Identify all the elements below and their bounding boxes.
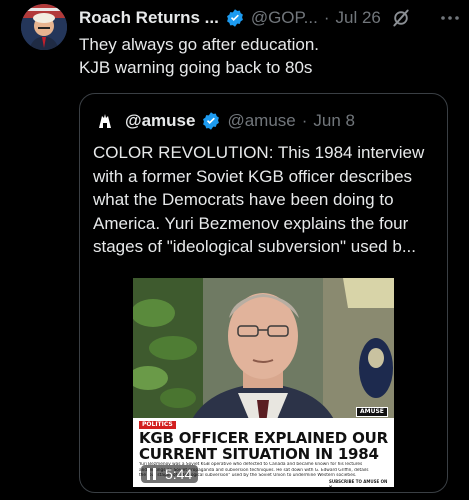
video-headline-line: CURRENT SITUATION IN 1984 — [139, 446, 379, 462]
verified-badge-icon — [226, 9, 243, 27]
quoted-tweet-header: @amuse @amuse · Jun 8 — [93, 108, 355, 134]
quote-text-line: stages of "ideological subversion" used … — [93, 237, 416, 256]
quote-time[interactable]: Jun 8 — [313, 111, 355, 131]
more-options-icon[interactable] — [439, 8, 461, 28]
player-controls: 5:44 — [141, 465, 199, 483]
brand-tag: AMUSE — [356, 407, 388, 417]
quote-author-handle[interactable]: @amuse — [227, 111, 295, 131]
author-handle[interactable]: @GOP... — [251, 8, 318, 28]
tweet-text-line: They always go after education. — [79, 35, 320, 54]
quote-text-line: COLOR REVOLUTION: This 1984 interview — [93, 143, 425, 162]
pause-icon[interactable] — [145, 467, 157, 481]
video-time: 5:44 — [165, 466, 193, 482]
subscribe-cta: SUBSCRIBE TO AMUSE ON X — [329, 479, 388, 487]
avatar[interactable] — [21, 4, 67, 50]
quote-text-line: America. Yuri Bezmenov explains the four — [93, 213, 409, 233]
author-name[interactable]: Roach Returns ... — [79, 8, 219, 28]
quote-text-line: with a former Soviet KGB officer describ… — [93, 166, 413, 186]
quoted-tweet[interactable]: @amuse @amuse · Jun 8 COLOR REVOLUTION: … — [79, 93, 448, 493]
tweet-text: They always go after education. KJB warn… — [79, 33, 453, 79]
tweet-time[interactable]: Jul 26 — [336, 8, 381, 28]
video-player[interactable]: AMUSE POLITICS KGB OFFICER EXPLAINED OUR… — [133, 278, 394, 487]
separator-dot: · — [323, 8, 330, 27]
tweet-header: Roach Returns ... @GOP... · Jul 26 — [79, 6, 461, 30]
quote-text: COLOR REVOLUTION: This 1984 interview wi… — [93, 141, 443, 259]
politics-tag: POLITICS — [139, 421, 176, 429]
quote-text-line: what the Democrats have been doing to — [93, 190, 394, 209]
verified-badge-icon — [203, 112, 220, 130]
avatar-image — [21, 4, 67, 50]
separator-dot: · — [301, 111, 308, 130]
tweet[interactable]: Roach Returns ... @GOP... · Jul 26 They … — [0, 0, 469, 500]
grok-icon[interactable] — [391, 8, 411, 28]
quote-avatar[interactable] — [93, 109, 117, 133]
video-headline-line: KGB OFFICER EXPLAINED OUR — [139, 430, 388, 446]
quote-author-name[interactable]: @amuse — [125, 111, 195, 131]
tweet-text-line: KJB warning going back to 80s — [79, 58, 313, 77]
video-headline: KGB OFFICER EXPLAINED OUR CURRENT SITUAT… — [139, 430, 391, 462]
